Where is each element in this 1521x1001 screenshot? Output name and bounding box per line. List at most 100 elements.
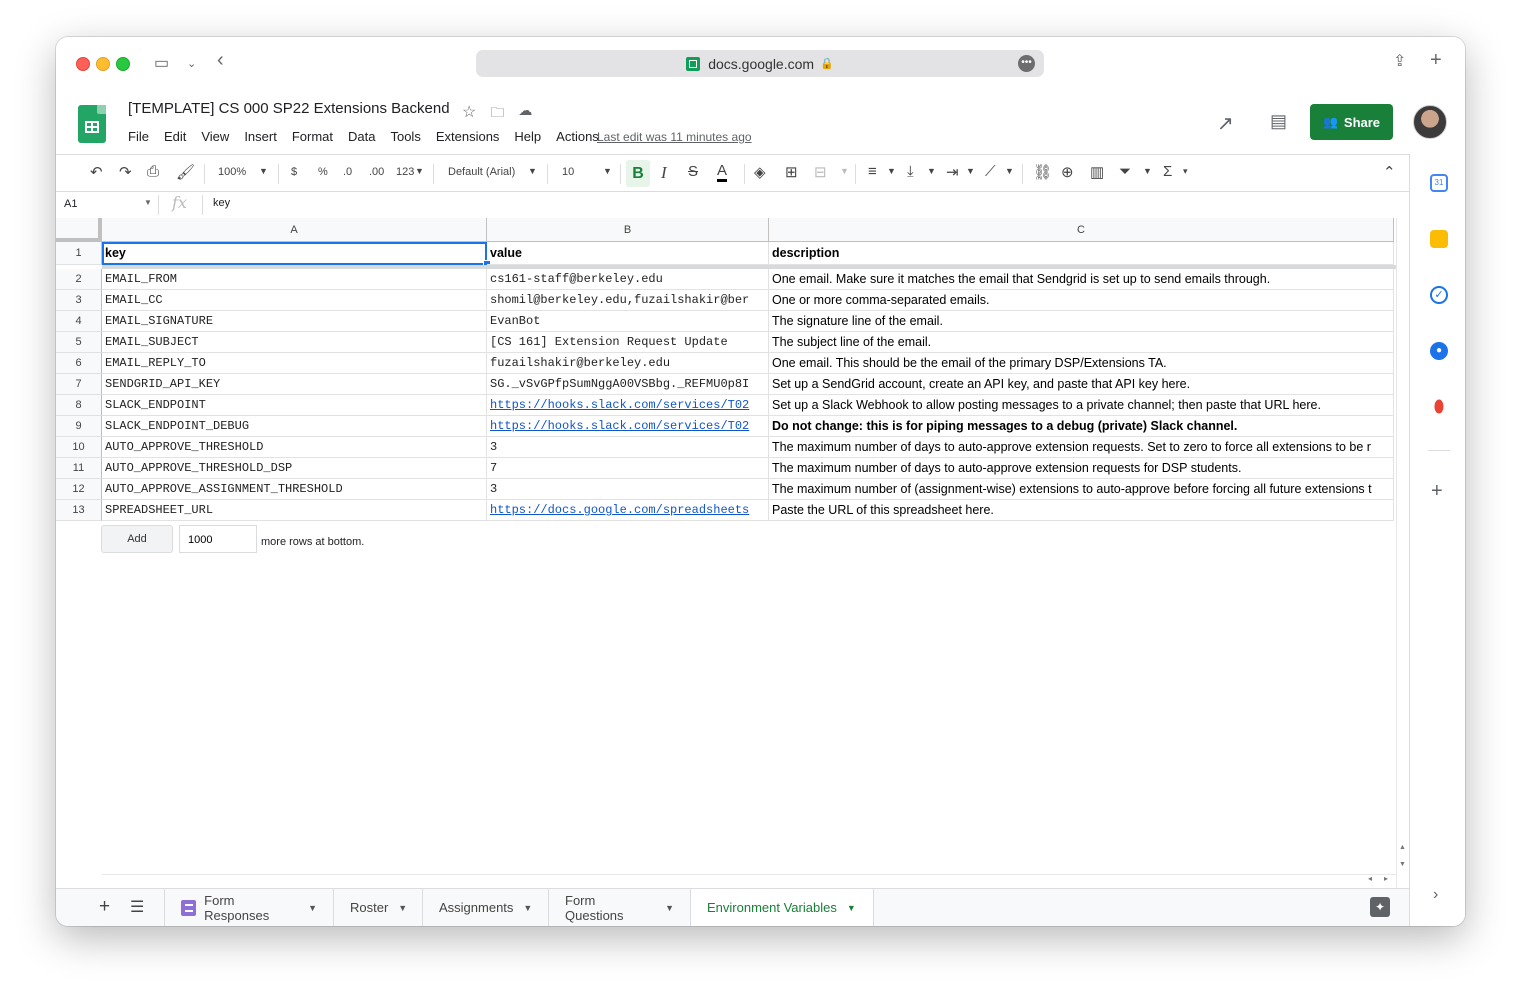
row-header[interactable]: 4	[56, 311, 102, 332]
font-select[interactable]: Default (Arial)	[448, 166, 515, 178]
filter-icon[interactable]: ⏷	[1119, 163, 1131, 180]
tab-form-questions[interactable]: Form Questions ▼	[549, 889, 691, 926]
insert-chart-icon[interactable]: ▥	[1090, 163, 1104, 181]
show-side-panel-icon[interactable]: ›	[1433, 886, 1438, 904]
back-icon[interactable]: ‹	[217, 49, 224, 72]
get-addons-icon[interactable]: +	[1431, 480, 1443, 503]
fill-color-icon[interactable]: ◈	[754, 163, 766, 181]
print-icon[interactable]: ⎙	[147, 163, 159, 180]
add-rows-button[interactable]: Add	[101, 525, 173, 553]
move-folder-icon[interactable]: 🗀	[490, 102, 504, 126]
menu-edit[interactable]: Edit	[164, 129, 186, 144]
more-options-icon[interactable]: •••	[1018, 55, 1035, 72]
cell-value-link[interactable]: https://hooks.slack.com/services/T02	[487, 416, 769, 437]
cell-key[interactable]: AUTO_APPROVE_ASSIGNMENT_THRESHOLD	[102, 479, 487, 500]
increase-decimal-button[interactable]: .00	[369, 166, 384, 178]
minimize-window-button[interactable]	[96, 57, 110, 71]
undo-icon[interactable]: ↶	[90, 163, 103, 181]
chevron-down-icon[interactable]: ▼	[523, 903, 532, 913]
last-edit-link[interactable]: Last edit was 11 minutes ago	[597, 130, 752, 144]
comments-icon[interactable]: ▤	[1270, 111, 1287, 132]
cell-description[interactable]: The maximum number of (assignment-wise) …	[769, 479, 1394, 500]
tab-environment-variables[interactable]: Environment Variables ▼	[691, 889, 874, 926]
chevron-down-icon[interactable]: ⌄	[187, 57, 196, 70]
address-bar[interactable]: docs.google.com 🔒 •••	[476, 50, 1044, 77]
chevron-down-icon[interactable]: ▼	[1143, 166, 1152, 176]
cell-value[interactable]: 3	[487, 479, 769, 500]
menu-data[interactable]: Data	[348, 129, 375, 144]
row-header[interactable]: 12	[56, 479, 102, 500]
sheets-logo[interactable]	[78, 105, 106, 143]
collapse-toolbar-icon[interactable]: ⌃	[1383, 163, 1396, 181]
cell-key[interactable]: SPREADSHEET_URL	[102, 500, 487, 521]
share-browser-icon[interactable]: ⇪	[1393, 51, 1406, 71]
cell-description[interactable]: The maximum number of days to auto-appro…	[769, 458, 1394, 479]
keep-icon[interactable]	[1430, 230, 1448, 248]
calendar-icon[interactable]: 31	[1430, 174, 1448, 192]
menu-actions[interactable]: Actions	[556, 129, 599, 144]
chevron-down-icon[interactable]: ▼	[887, 166, 896, 176]
chevron-down-icon[interactable]: ▼	[927, 166, 936, 176]
cell-value-header[interactable]: value	[487, 242, 769, 265]
menu-format[interactable]: Format	[292, 129, 333, 144]
cell-key[interactable]: EMAIL_SUBJECT	[102, 332, 487, 353]
menu-tools[interactable]: Tools	[390, 129, 420, 144]
cell-key-header[interactable]: key	[102, 242, 487, 265]
row-header[interactable]: 11	[56, 458, 102, 479]
chevron-down-icon[interactable]: ▼	[415, 166, 424, 176]
cell-value[interactable]: 3	[487, 437, 769, 458]
spreadsheet-grid[interactable]: A B C 1 key value description 2 EMAIL_FR…	[56, 218, 1410, 888]
cell-key[interactable]: EMAIL_SIGNATURE	[102, 311, 487, 332]
insert-link-icon[interactable]: ⛓	[1033, 163, 1052, 181]
menu-insert[interactable]: Insert	[244, 129, 277, 144]
currency-format-button[interactable]: $	[291, 166, 297, 178]
strikethrough-button[interactable]: S	[688, 163, 698, 180]
cell-value-link[interactable]: https://hooks.slack.com/services/T02	[487, 395, 769, 416]
name-box[interactable]: A1	[64, 198, 77, 210]
redo-icon[interactable]: ↷	[119, 163, 132, 181]
row-header[interactable]: 6	[56, 353, 102, 374]
percent-format-button[interactable]: %	[318, 166, 328, 178]
star-icon[interactable]: ☆	[462, 102, 476, 126]
vertical-align-icon[interactable]: ⤓	[907, 163, 914, 180]
bold-button[interactable]: B	[626, 160, 650, 187]
menu-extensions[interactable]: Extensions	[436, 129, 500, 144]
chevron-down-icon[interactable]: ▼	[528, 166, 537, 176]
italic-button[interactable]: I	[661, 163, 667, 183]
horizontal-scrollbar[interactable]: ◂ ▸	[102, 874, 1396, 885]
row-header[interactable]: 9	[56, 416, 102, 437]
cell-key[interactable]: SLACK_ENDPOINT	[102, 395, 487, 416]
new-tab-icon[interactable]: +	[1430, 49, 1442, 72]
sidebar-toggle-icon[interactable]: ▭	[154, 53, 169, 73]
cell-key[interactable]: EMAIL_REPLY_TO	[102, 353, 487, 374]
align-left-icon[interactable]: ≡	[868, 163, 877, 180]
scroll-up-icon[interactable]: ▲	[1399, 844, 1406, 851]
row-header[interactable]: 7	[56, 374, 102, 395]
chevron-down-icon[interactable]: ▼	[308, 903, 317, 913]
cell-key[interactable]: EMAIL_FROM	[102, 269, 487, 290]
cell-description[interactable]: One email. This should be the email of t…	[769, 353, 1394, 374]
cell-description[interactable]: Do not change: this is for piping messag…	[769, 416, 1394, 437]
scroll-left-icon[interactable]: ◂	[1368, 874, 1372, 883]
scroll-right-icon[interactable]: ▸	[1384, 874, 1388, 883]
cell-key[interactable]: SENDGRID_API_KEY	[102, 374, 487, 395]
chevron-down-icon[interactable]: ▼	[840, 166, 849, 176]
add-sheet-icon[interactable]: +	[99, 896, 110, 918]
cell-key[interactable]: AUTO_APPROVE_THRESHOLD_DSP	[102, 458, 487, 479]
menu-help[interactable]: Help	[514, 129, 541, 144]
row-header[interactable]: 2	[56, 269, 102, 290]
cell-key[interactable]: EMAIL_CC	[102, 290, 487, 311]
merge-cells-icon[interactable]: ⊟	[814, 163, 827, 181]
contacts-icon[interactable]: ●	[1430, 342, 1448, 360]
text-color-button[interactable]: A	[717, 163, 728, 182]
row-header[interactable]: 10	[56, 437, 102, 458]
tab-roster[interactable]: Roster ▼	[334, 889, 423, 926]
zoom-window-button[interactable]	[116, 57, 130, 71]
zoom-select[interactable]: 100%	[218, 166, 246, 178]
row-header[interactable]: 3	[56, 290, 102, 311]
cell-description[interactable]: Paste the URL of this spreadsheet here.	[769, 500, 1394, 521]
row-header[interactable]: 1	[56, 242, 102, 265]
activity-trend-icon[interactable]: ↗	[1217, 111, 1234, 136]
chevron-down-icon[interactable]: ▼	[847, 903, 856, 913]
menu-view[interactable]: View	[201, 129, 229, 144]
